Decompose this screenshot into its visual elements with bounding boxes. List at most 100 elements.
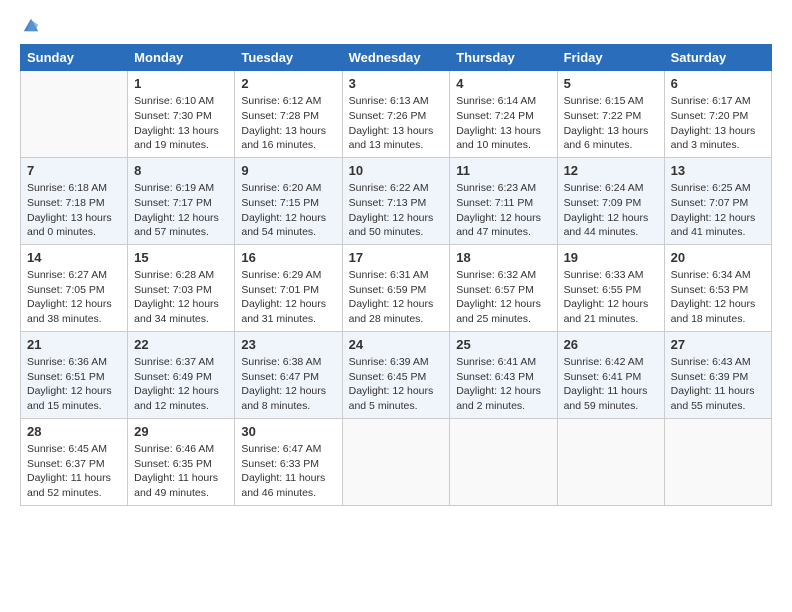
calendar: SundayMondayTuesdayWednesdayThursdayFrid… <box>20 44 772 506</box>
sunset-text: Sunset: 7:20 PM <box>671 109 765 124</box>
week-row-1: 1Sunrise: 6:10 AMSunset: 7:30 PMDaylight… <box>21 71 772 158</box>
calendar-cell: 17Sunrise: 6:31 AMSunset: 6:59 PMDayligh… <box>342 244 450 331</box>
calendar-cell: 10Sunrise: 6:22 AMSunset: 7:13 PMDayligh… <box>342 157 450 244</box>
day-number: 13 <box>671 162 765 180</box>
sunset-text: Sunset: 7:07 PM <box>671 196 765 211</box>
day-number: 22 <box>134 336 228 354</box>
day-header-wednesday: Wednesday <box>342 45 450 71</box>
day-header-thursday: Thursday <box>450 45 557 71</box>
sunrise-text: Sunrise: 6:14 AM <box>456 94 550 109</box>
calendar-cell: 3Sunrise: 6:13 AMSunset: 7:26 PMDaylight… <box>342 71 450 158</box>
daylight-text: Daylight: 12 hours and 5 minutes. <box>349 384 444 413</box>
daylight-text: Daylight: 11 hours and 59 minutes. <box>564 384 658 413</box>
sunrise-text: Sunrise: 6:12 AM <box>241 94 335 109</box>
sunset-text: Sunset: 7:30 PM <box>134 109 228 124</box>
header <box>20 16 772 34</box>
sunset-text: Sunset: 7:26 PM <box>349 109 444 124</box>
day-number: 23 <box>241 336 335 354</box>
calendar-cell: 2Sunrise: 6:12 AMSunset: 7:28 PMDaylight… <box>235 71 342 158</box>
sunrise-text: Sunrise: 6:36 AM <box>27 355 121 370</box>
week-row-4: 21Sunrise: 6:36 AMSunset: 6:51 PMDayligh… <box>21 331 772 418</box>
daylight-text: Daylight: 13 hours and 10 minutes. <box>456 124 550 153</box>
calendar-cell: 12Sunrise: 6:24 AMSunset: 7:09 PMDayligh… <box>557 157 664 244</box>
daylight-text: Daylight: 12 hours and 34 minutes. <box>134 297 228 326</box>
sunset-text: Sunset: 7:09 PM <box>564 196 658 211</box>
day-number: 9 <box>241 162 335 180</box>
sunrise-text: Sunrise: 6:47 AM <box>241 442 335 457</box>
day-number: 28 <box>27 423 121 441</box>
sunrise-text: Sunrise: 6:34 AM <box>671 268 765 283</box>
daylight-text: Daylight: 12 hours and 15 minutes. <box>27 384 121 413</box>
sunrise-text: Sunrise: 6:10 AM <box>134 94 228 109</box>
sunset-text: Sunset: 6:35 PM <box>134 457 228 472</box>
calendar-cell: 5Sunrise: 6:15 AMSunset: 7:22 PMDaylight… <box>557 71 664 158</box>
calendar-cell: 6Sunrise: 6:17 AMSunset: 7:20 PMDaylight… <box>664 71 771 158</box>
sunset-text: Sunset: 6:33 PM <box>241 457 335 472</box>
logo-icon <box>22 16 40 34</box>
sunrise-text: Sunrise: 6:24 AM <box>564 181 658 196</box>
sunset-text: Sunset: 6:57 PM <box>456 283 550 298</box>
sunrise-text: Sunrise: 6:31 AM <box>349 268 444 283</box>
sunset-text: Sunset: 6:51 PM <box>27 370 121 385</box>
daylight-text: Daylight: 12 hours and 47 minutes. <box>456 211 550 240</box>
calendar-cell: 22Sunrise: 6:37 AMSunset: 6:49 PMDayligh… <box>128 331 235 418</box>
calendar-cell: 24Sunrise: 6:39 AMSunset: 6:45 PMDayligh… <box>342 331 450 418</box>
day-number: 29 <box>134 423 228 441</box>
day-number: 10 <box>349 162 444 180</box>
calendar-cell: 11Sunrise: 6:23 AMSunset: 7:11 PMDayligh… <box>450 157 557 244</box>
calendar-cell: 15Sunrise: 6:28 AMSunset: 7:03 PMDayligh… <box>128 244 235 331</box>
calendar-cell: 26Sunrise: 6:42 AMSunset: 6:41 PMDayligh… <box>557 331 664 418</box>
calendar-cell: 28Sunrise: 6:45 AMSunset: 6:37 PMDayligh… <box>21 418 128 505</box>
sunset-text: Sunset: 6:37 PM <box>27 457 121 472</box>
sunset-text: Sunset: 6:41 PM <box>564 370 658 385</box>
sunrise-text: Sunrise: 6:39 AM <box>349 355 444 370</box>
day-number: 7 <box>27 162 121 180</box>
sunrise-text: Sunrise: 6:28 AM <box>134 268 228 283</box>
day-number: 17 <box>349 249 444 267</box>
sunrise-text: Sunrise: 6:45 AM <box>27 442 121 457</box>
day-number: 25 <box>456 336 550 354</box>
sunrise-text: Sunrise: 6:23 AM <box>456 181 550 196</box>
day-header-friday: Friday <box>557 45 664 71</box>
sunrise-text: Sunrise: 6:46 AM <box>134 442 228 457</box>
daylight-text: Daylight: 12 hours and 31 minutes. <box>241 297 335 326</box>
sunset-text: Sunset: 7:15 PM <box>241 196 335 211</box>
calendar-cell: 29Sunrise: 6:46 AMSunset: 6:35 PMDayligh… <box>128 418 235 505</box>
day-number: 21 <box>27 336 121 354</box>
sunrise-text: Sunrise: 6:19 AM <box>134 181 228 196</box>
sunrise-text: Sunrise: 6:22 AM <box>349 181 444 196</box>
sunrise-text: Sunrise: 6:32 AM <box>456 268 550 283</box>
calendar-cell: 14Sunrise: 6:27 AMSunset: 7:05 PMDayligh… <box>21 244 128 331</box>
sunset-text: Sunset: 7:13 PM <box>349 196 444 211</box>
sunrise-text: Sunrise: 6:33 AM <box>564 268 658 283</box>
sunrise-text: Sunrise: 6:17 AM <box>671 94 765 109</box>
daylight-text: Daylight: 11 hours and 49 minutes. <box>134 471 228 500</box>
sunrise-text: Sunrise: 6:27 AM <box>27 268 121 283</box>
day-number: 18 <box>456 249 550 267</box>
daylight-text: Daylight: 12 hours and 57 minutes. <box>134 211 228 240</box>
daylight-text: Daylight: 11 hours and 55 minutes. <box>671 384 765 413</box>
calendar-cell: 27Sunrise: 6:43 AMSunset: 6:39 PMDayligh… <box>664 331 771 418</box>
sunset-text: Sunset: 7:05 PM <box>27 283 121 298</box>
day-number: 30 <box>241 423 335 441</box>
sunset-text: Sunset: 6:45 PM <box>349 370 444 385</box>
calendar-header-row: SundayMondayTuesdayWednesdayThursdayFrid… <box>21 45 772 71</box>
sunrise-text: Sunrise: 6:41 AM <box>456 355 550 370</box>
sunset-text: Sunset: 7:22 PM <box>564 109 658 124</box>
sunset-text: Sunset: 6:59 PM <box>349 283 444 298</box>
day-number: 2 <box>241 75 335 93</box>
daylight-text: Daylight: 12 hours and 41 minutes. <box>671 211 765 240</box>
sunrise-text: Sunrise: 6:15 AM <box>564 94 658 109</box>
daylight-text: Daylight: 12 hours and 28 minutes. <box>349 297 444 326</box>
sunset-text: Sunset: 6:43 PM <box>456 370 550 385</box>
day-number: 6 <box>671 75 765 93</box>
daylight-text: Daylight: 13 hours and 19 minutes. <box>134 124 228 153</box>
calendar-cell: 21Sunrise: 6:36 AMSunset: 6:51 PMDayligh… <box>21 331 128 418</box>
calendar-cell: 1Sunrise: 6:10 AMSunset: 7:30 PMDaylight… <box>128 71 235 158</box>
daylight-text: Daylight: 13 hours and 13 minutes. <box>349 124 444 153</box>
calendar-cell <box>664 418 771 505</box>
sunset-text: Sunset: 7:01 PM <box>241 283 335 298</box>
daylight-text: Daylight: 12 hours and 54 minutes. <box>241 211 335 240</box>
calendar-cell: 13Sunrise: 6:25 AMSunset: 7:07 PMDayligh… <box>664 157 771 244</box>
daylight-text: Daylight: 13 hours and 6 minutes. <box>564 124 658 153</box>
